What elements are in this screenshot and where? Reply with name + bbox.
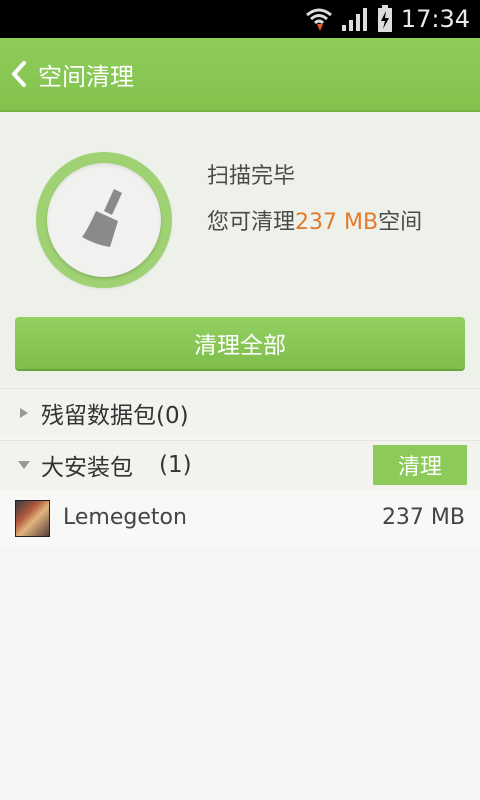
progress-ring xyxy=(36,152,172,288)
app-name: Lemegeton xyxy=(63,505,187,530)
cleanable-summary: 您可清理237 MB空间 xyxy=(207,204,422,236)
wifi-icon xyxy=(305,6,333,32)
group-label: 大安装包 xyxy=(41,455,133,481)
chevron-left-icon xyxy=(10,59,30,89)
ring-center xyxy=(47,163,161,277)
expand-triangle-icon xyxy=(17,406,31,420)
cleanable-prefix: 您可清理 xyxy=(207,210,296,235)
list-item[interactable]: Lemegeton 237 MB xyxy=(0,490,480,546)
group-clean-button[interactable]: 清理 xyxy=(373,445,467,485)
group-large-installers[interactable]: 大安装包 (1) 清理 xyxy=(0,440,480,489)
broom-icon xyxy=(74,185,134,255)
clean-all-button[interactable]: 清理全部 xyxy=(15,317,465,369)
scan-summary: 扫描完毕 您可清理237 MB空间 清理全部 xyxy=(0,112,480,387)
battery-charging-icon xyxy=(377,5,393,33)
status-icons: 17:34 xyxy=(297,0,480,38)
group-label: 残留数据包(0) xyxy=(41,403,189,429)
cleanable-size: 237 MB xyxy=(295,210,379,235)
group-count: (1) xyxy=(159,452,192,478)
collapse-triangle-icon xyxy=(17,458,31,472)
back-button[interactable]: 空间清理 xyxy=(0,38,134,110)
group-residual-data[interactable]: 残留数据包(0) xyxy=(0,388,480,437)
app-size: 237 MB xyxy=(381,505,465,530)
scan-status-text: 扫描完毕 xyxy=(207,164,296,189)
page-title: 空间清理 xyxy=(38,62,134,91)
cleanable-suffix: 空间 xyxy=(378,210,423,235)
signal-icon xyxy=(341,7,369,31)
status-time: 17:34 xyxy=(400,5,470,33)
title-bar: 空间清理 xyxy=(0,38,480,112)
app-thumbnail-icon xyxy=(15,500,50,537)
status-bar: 17:34 xyxy=(0,0,480,38)
